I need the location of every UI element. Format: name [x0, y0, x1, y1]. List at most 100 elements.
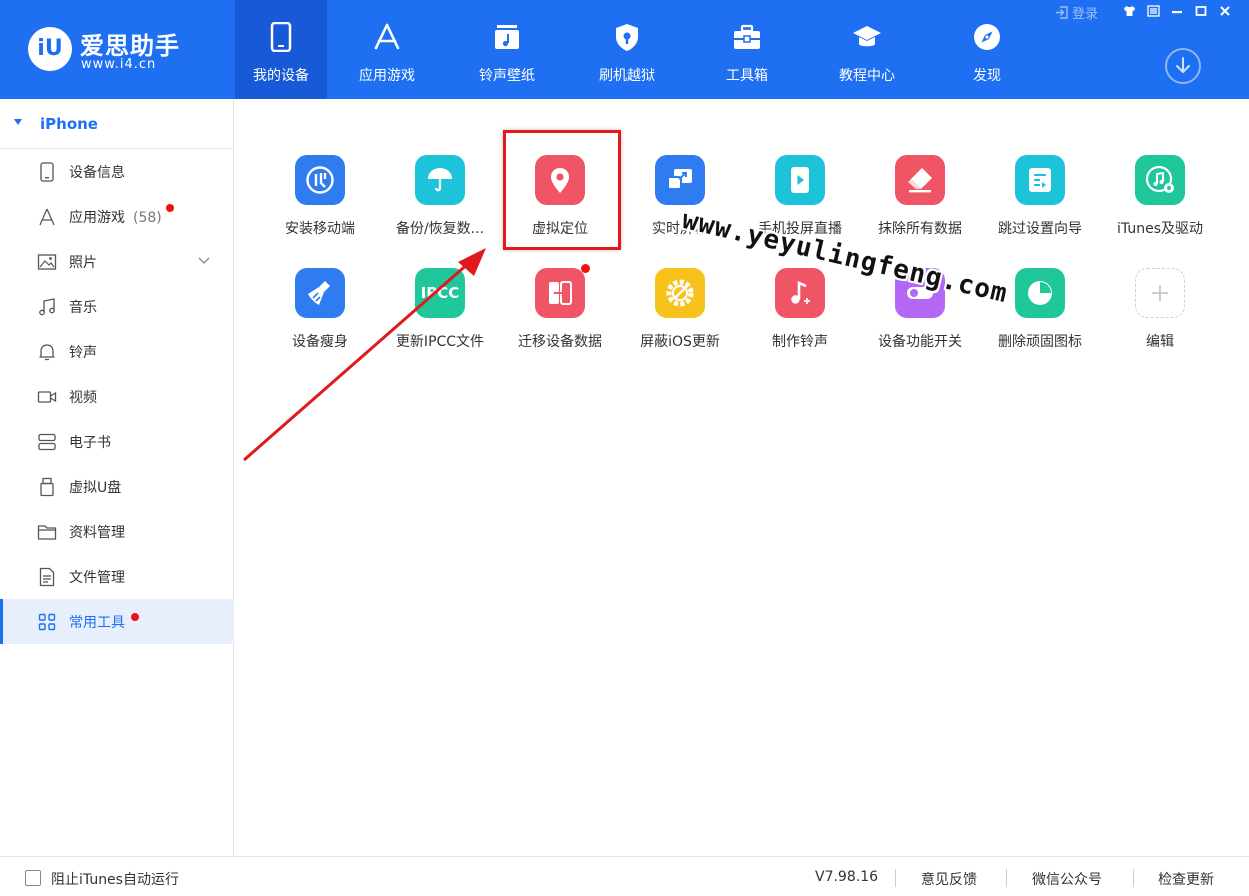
skip-setup-icon — [1015, 155, 1065, 205]
nav-ringtones[interactable]: 铃声壁纸 — [447, 0, 567, 99]
logo-name: 爱思助手 — [80, 32, 180, 60]
sidebar-item-label: 资料管理 — [69, 525, 125, 541]
sidebar-item-photos[interactable]: 照片 — [0, 239, 234, 284]
sidebar-item-label: 常用工具 — [69, 615, 125, 631]
close-button[interactable] — [1216, 3, 1234, 19]
photo-icon — [37, 254, 57, 270]
wechat-link[interactable]: 微信公众号 — [1032, 869, 1102, 889]
check-update-link[interactable]: 检查更新 — [1158, 869, 1214, 889]
tool-device-slim[interactable]: 设备瘦身 — [261, 268, 379, 368]
tool-label: 迁移设备数据 — [518, 334, 602, 350]
sidebar-item-label: 文件管理 — [69, 570, 125, 586]
nav-my-device[interactable]: 我的设备 — [235, 0, 327, 99]
itunes-autorun-checkbox[interactable] — [25, 870, 41, 886]
tool-label: 安装移动端 — [285, 221, 355, 237]
screen-mirror-icon — [655, 155, 705, 205]
logo-url: www.i4.cn — [81, 57, 157, 72]
notification-dot — [131, 613, 139, 621]
sidebar-item-data-management[interactable]: 资料管理 — [0, 509, 234, 554]
itunes-autorun-label[interactable]: 阻止iTunes自动运行 — [51, 869, 179, 889]
tool-label: 制作铃声 — [772, 334, 828, 350]
sidebar-item-ebooks[interactable]: 电子书 — [0, 419, 234, 464]
sidebar-item-music[interactable]: 音乐 — [0, 284, 234, 329]
app-logo: iU 爱思助手 www.i4.cn — [28, 26, 198, 76]
migrate-icon — [535, 268, 585, 318]
minimize-icon — [1172, 11, 1182, 14]
file-icon — [39, 567, 55, 587]
minimize-button[interactable] — [1168, 3, 1186, 19]
nav-label: 我的设备 — [253, 68, 309, 84]
nav-label: 工具箱 — [726, 68, 768, 84]
notification-dot — [581, 264, 590, 273]
tool-update-ipcc[interactable]: IPCC 更新IPCC文件 — [381, 268, 499, 368]
block-update-icon — [655, 268, 705, 318]
sidebar-item-file-management[interactable]: 文件管理 — [0, 554, 234, 599]
separator — [1133, 869, 1134, 887]
device-info-icon — [40, 162, 54, 182]
status-bar: 阻止iTunes自动运行 V7.98.16 意见反馈 微信公众号 检查更新 — [0, 856, 1249, 896]
arrow-down-icon — [1176, 57, 1190, 73]
tool-make-ringtone[interactable]: 制作铃声 — [741, 268, 859, 368]
sidebar-item-apps[interactable]: 应用游戏 (58) — [0, 194, 234, 239]
top-bar: iU 爱思助手 www.i4.cn 我的设备 应用游戏 铃声壁纸 刷机越狱 工具… — [0, 0, 1249, 99]
delete-icon-icon — [1015, 268, 1065, 318]
sidebar: iPhone 设备信息 应用游戏 (58) 照片 音乐 铃声 视频 电子书 虚拟U… — [0, 99, 234, 856]
sidebar-item-device-info[interactable]: 设备信息 — [0, 149, 234, 194]
nav-label: 应用游戏 — [359, 68, 415, 84]
tool-label: 更新IPCC文件 — [395, 334, 485, 350]
nav-toolbox[interactable]: 工具箱 — [687, 0, 807, 99]
tool-block-ios-update[interactable]: 屏蔽iOS更新 — [621, 268, 739, 368]
video-icon — [37, 391, 57, 403]
maximize-icon — [1195, 6, 1207, 16]
nav-apps[interactable]: 应用游戏 — [327, 0, 447, 99]
sidebar-item-label: 应用游戏 (58) — [69, 207, 162, 227]
tool-label: iTunes及驱动 — [1117, 221, 1203, 237]
separator — [1006, 869, 1007, 887]
tool-migrate-data[interactable]: 迁移设备数据 — [501, 264, 619, 368]
tool-edit[interactable]: 编辑 — [1101, 268, 1219, 368]
sidebar-item-label-text: 应用游戏 — [69, 210, 125, 226]
download-button[interactable] — [1165, 48, 1201, 84]
sidebar-item-label: 铃声 — [69, 345, 97, 361]
menu-button[interactable] — [1144, 3, 1162, 19]
sidebar-item-virtual-usb[interactable]: 虚拟U盘 — [0, 464, 234, 509]
chevron-down-icon[interactable] — [198, 254, 210, 266]
ebook-icon — [38, 433, 56, 451]
feedback-link[interactable]: 意见反馈 — [921, 869, 977, 889]
make-ringtone-icon — [775, 268, 825, 318]
tool-install-mobile[interactable]: 安装移动端 — [261, 155, 379, 255]
bell-icon — [39, 344, 55, 361]
plus-icon — [1135, 268, 1185, 318]
umbrella-icon — [415, 155, 465, 205]
broom-icon — [295, 268, 345, 318]
skin-button[interactable] — [1120, 3, 1138, 19]
login-button[interactable]: 登录 — [1055, 3, 1098, 22]
nav-label: 发现 — [973, 68, 1001, 84]
tool-skip-setup[interactable]: 跳过设置向导 — [981, 155, 1099, 255]
notification-dot — [166, 204, 174, 212]
device-header[interactable]: iPhone — [0, 99, 234, 149]
device-name: iPhone — [40, 115, 98, 133]
tool-label: 备份/恢复数... — [395, 221, 485, 237]
tool-itunes-driver[interactable]: iTunes及驱动 — [1101, 155, 1219, 255]
logo-mark: iU — [28, 27, 72, 71]
collapse-triangle-icon — [14, 119, 22, 125]
sidebar-item-label: 设备信息 — [69, 165, 125, 181]
maximize-button[interactable] — [1192, 3, 1210, 19]
i4-app-icon — [295, 155, 345, 205]
close-icon — [1220, 6, 1230, 16]
nav-flash-jailbreak[interactable]: 刷机越狱 — [567, 0, 687, 99]
sidebar-item-common-tools[interactable]: 常用工具 — [0, 599, 234, 644]
tool-label: 设备功能开关 — [878, 334, 962, 350]
tool-erase-all-data[interactable]: 抹除所有数据 — [861, 155, 979, 255]
sidebar-item-ringtones[interactable]: 铃声 — [0, 329, 234, 374]
tool-backup-restore[interactable]: 备份/恢复数... — [381, 155, 499, 255]
apps-icon — [39, 208, 55, 226]
separator — [895, 869, 896, 887]
sidebar-item-videos[interactable]: 视频 — [0, 374, 234, 419]
nav-tutorials[interactable]: 教程中心 — [807, 0, 927, 99]
eraser-icon — [895, 155, 945, 205]
usb-drive-icon — [40, 477, 54, 497]
tool-label: 抹除所有数据 — [878, 221, 962, 237]
nav-discover[interactable]: 发现 — [927, 0, 1047, 99]
